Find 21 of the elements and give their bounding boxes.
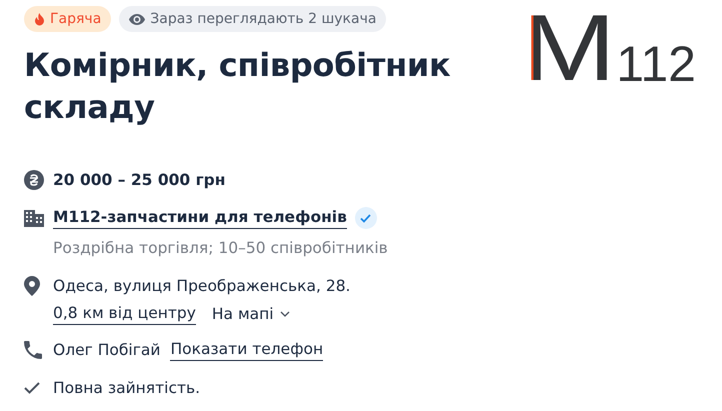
location-pin-icon xyxy=(24,276,40,296)
company-details: Роздрібна торгівля; 10–50 співробітників xyxy=(53,238,389,259)
employment-type: Повна зайнятість. xyxy=(53,378,202,399)
salary: 20 000 – 25 000 грн xyxy=(53,170,226,191)
hryvnia-icon xyxy=(24,170,44,190)
show-phone-link[interactable]: Показати телефон xyxy=(170,340,324,360)
check-icon xyxy=(24,382,40,394)
hot-badge: Гаряча xyxy=(24,6,112,32)
viewers-badge: Зараз переглядають 2 шукача xyxy=(119,6,386,32)
chevron-down-icon xyxy=(280,311,290,317)
building-icon xyxy=(24,210,44,226)
logo-number: 112 xyxy=(616,42,696,86)
job-title: Комірник, співробітник складу xyxy=(24,45,452,128)
map-toggle[interactable]: На мапі xyxy=(212,305,290,323)
flame-icon xyxy=(34,12,45,26)
phone-icon xyxy=(24,341,42,359)
contact-name: Олег Побігай xyxy=(53,341,160,359)
distance-link[interactable]: 0,8 км від центру xyxy=(53,304,196,324)
address: Одеса, вулиця Преображенська, 28. xyxy=(53,276,352,297)
eye-icon xyxy=(129,14,146,24)
company-link[interactable]: М112-запчастини для телефонів xyxy=(53,208,347,228)
